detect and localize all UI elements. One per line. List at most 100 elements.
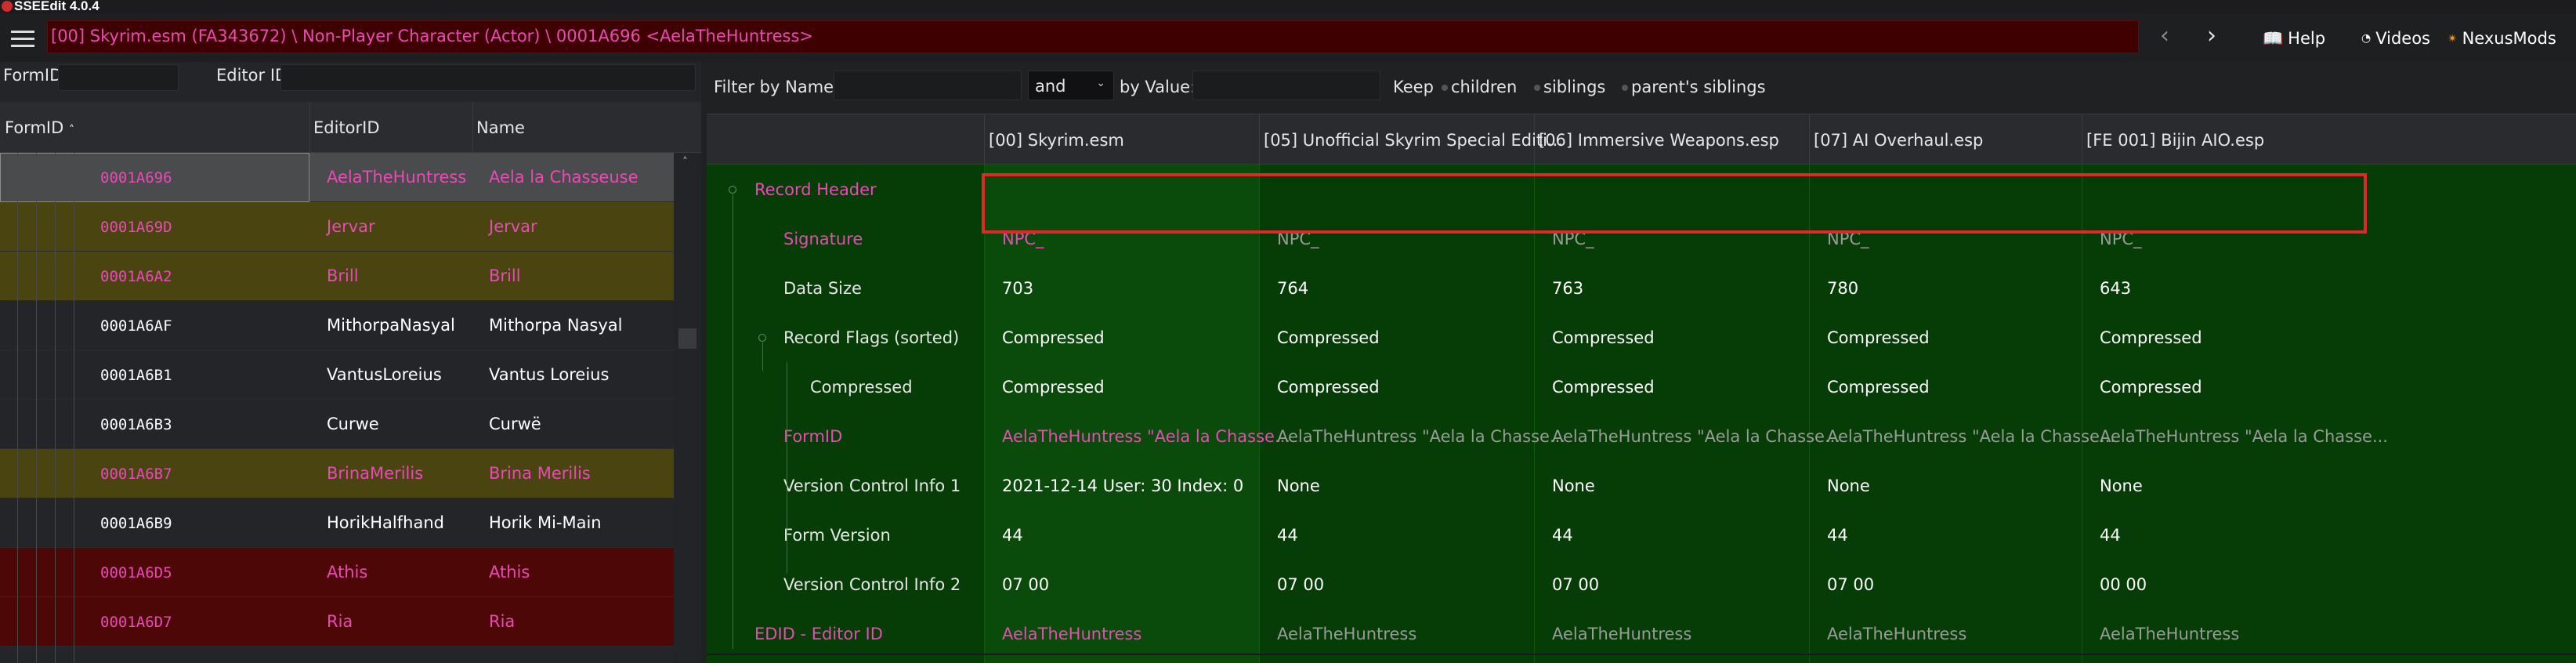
app-title: SSEEdit 4.0.4 xyxy=(14,0,99,13)
record-field-value: None xyxy=(1277,476,1320,495)
record-list-row[interactable]: 0001A6B9 HorikHalfhand Horik Mi-Main xyxy=(0,498,674,548)
record-field-value: None xyxy=(1827,476,1870,495)
record-name-cell: Curwë xyxy=(489,415,541,433)
record-list-row[interactable]: 0001A6A2 Brill Brill xyxy=(0,252,674,301)
record-field-row[interactable]: EDID - Editor ID AelaTheHuntress AelaTheHu… xyxy=(707,609,2576,658)
videos-label: Videos xyxy=(2375,29,2430,48)
filter-by-value-label: by Value: xyxy=(1120,78,1196,96)
formid-filter-input[interactable] xyxy=(58,64,179,91)
record-field-value: Compressed xyxy=(1002,328,1105,347)
record-name-cell: Jervar xyxy=(489,217,537,236)
record-list-scrollbar[interactable]: ˄ xyxy=(674,153,701,663)
record-field-value: AelaTheHuntress xyxy=(1002,625,1142,643)
record-field-row[interactable]: FormID AelaTheHuntress "Aela la Chasse...… xyxy=(707,411,2576,461)
video-icon: ◔ xyxy=(2361,32,2372,45)
record-field-value: 780 xyxy=(1827,279,1859,298)
record-field-row[interactable]: Version Control Info 1 2021-12-14 User: 3… xyxy=(707,461,2576,510)
record-list-header: FormID ˄ EditorID Name xyxy=(0,102,701,153)
record-view-panel: Filter by Name: and ⌄ by Value: Keep chi… xyxy=(707,62,2576,663)
hamburger-menu-icon[interactable] xyxy=(11,31,34,48)
record-field-value: None xyxy=(2100,476,2143,495)
title-bar: SSEEdit 4.0.4 xyxy=(0,0,2576,13)
record-list-row[interactable]: 0001A6D7 Ria Ria xyxy=(0,597,674,647)
collapse-toggle-icon[interactable] xyxy=(729,186,736,194)
column-header-editorid[interactable]: EditorID xyxy=(313,118,380,137)
record-name-cell: Horik Mi-Main xyxy=(489,513,602,532)
record-list-row[interactable]: 0001A6B7 BrinaMerilis Brina Merilis xyxy=(0,449,674,498)
record-field-value: None xyxy=(1552,476,1595,495)
plugin-column-header[interactable]: [FE 001] Bijin AIO.esp xyxy=(2086,131,2264,150)
filter-name-input[interactable] xyxy=(834,71,1022,100)
record-path-text: [00] Skyrim.esm (FA343672) \ Non-Player … xyxy=(51,27,813,45)
record-field-label: Signature xyxy=(783,230,863,248)
plugin-column-header[interactable]: [05] Unofficial Skyrim Special Editi... xyxy=(1264,131,1563,150)
plugin-column-header[interactable]: [06] Immersive Weapons.esp xyxy=(1539,131,1779,150)
record-field-value: 44 xyxy=(1552,526,1573,545)
record-field-row[interactable]: Version Control Info 2 07 00 07 00 07 00 07 … xyxy=(707,560,2576,609)
keep-label: Keep xyxy=(1393,78,1434,96)
record-field-label: Compressed xyxy=(810,378,913,397)
record-list-row[interactable]: 0001A696 AelaTheHuntress Aela la Chasseuse xyxy=(0,153,674,202)
record-field-value: AelaTheHuntress xyxy=(1277,625,1417,643)
plugin-column-header[interactable]: [00] Skyrim.esm xyxy=(989,131,1124,150)
record-field-row[interactable]: Data Size 703 764 763 780 643 xyxy=(707,263,2576,313)
record-list-row[interactable]: 0001A6D5 Athis Athis xyxy=(0,548,674,597)
column-header-formid[interactable]: FormID ˄ xyxy=(5,118,74,137)
keep-siblings-checkbox[interactable]: siblings xyxy=(1534,78,1605,96)
record-editorid-cell: MithorpaNasyal xyxy=(327,316,455,335)
filter-operator-select[interactable]: and ⌄ xyxy=(1028,71,1114,100)
record-field-row[interactable]: Compressed Compressed Compressed Compressed… xyxy=(707,362,2576,411)
back-arrow-icon[interactable]: ‹ xyxy=(2153,24,2176,51)
forward-arrow-icon[interactable]: › xyxy=(2200,24,2223,51)
record-field-row[interactable]: Form Version 44 44 44 44 44 xyxy=(707,510,2576,560)
record-field-value: Compressed xyxy=(1827,328,1930,347)
record-list-row[interactable]: 0001A69D Jervar Jervar xyxy=(0,202,674,252)
collapse-toggle-icon[interactable] xyxy=(758,334,766,342)
record-field-value: Compressed xyxy=(1277,328,1380,347)
record-list-panel: FormID Editor ID FormID ˄ EditorID Name … xyxy=(0,62,701,663)
nexusmods-button[interactable]: ✴ NexusMods xyxy=(2448,27,2556,50)
record-editorid-cell: Athis xyxy=(327,563,368,581)
editorid-filter-input[interactable] xyxy=(280,64,696,91)
keep-children-checkbox[interactable]: children xyxy=(1442,78,1517,96)
plugin-header-highlight-box xyxy=(982,173,2367,234)
record-list-row[interactable]: 0001A6B1 VantusLoreius Vantus Loreius xyxy=(0,350,674,400)
record-name-cell: Mithorpa Nasyal xyxy=(489,316,623,335)
record-field-label: Record Header xyxy=(754,180,877,199)
record-field-value: AelaTheHuntress "Aela la Chasse... xyxy=(2100,427,2388,446)
plugin-column-header[interactable]: [07] AI Overhaul.esp xyxy=(1814,131,1983,150)
keep-parents-siblings-checkbox[interactable]: parent's siblings xyxy=(1622,78,1766,96)
record-field-value: AelaTheHuntress "Aela la Chasse... xyxy=(1002,427,1290,446)
scrollbar-thumb[interactable] xyxy=(678,328,696,349)
record-list-row[interactable]: 0001A6B3 Curwe Curwë xyxy=(0,400,674,449)
record-formid-cell: 0001A6AF xyxy=(100,317,172,335)
record-editorid-cell: AelaTheHuntress xyxy=(327,168,467,187)
record-name-cell: Vantus Loreius xyxy=(489,365,610,384)
record-field-row[interactable]: Record Flags (sorted) Compressed Compresse… xyxy=(707,313,2576,362)
help-button[interactable]: 📖 Help xyxy=(2263,27,2325,50)
record-formid-cell: 0001A6D7 xyxy=(100,614,172,631)
record-field-value: Compressed xyxy=(1277,378,1380,397)
record-field-value: 00 00 xyxy=(2100,575,2147,594)
videos-button[interactable]: ◔ Videos xyxy=(2361,27,2430,50)
help-label: Help xyxy=(2288,29,2326,48)
nexus-icon: ✴ xyxy=(2448,31,2458,45)
record-field-label: FormID xyxy=(783,427,843,446)
record-name-cell: Aela la Chasseuse xyxy=(489,168,639,187)
column-header-name[interactable]: Name xyxy=(476,118,525,137)
sort-asc-icon: ˄ xyxy=(68,124,74,136)
filter-value-input[interactable] xyxy=(1192,71,1380,100)
record-field-value: 44 xyxy=(1277,526,1298,545)
record-field-value: Compressed xyxy=(1552,328,1655,347)
record-field-label: Version Control Info 2 xyxy=(783,575,961,594)
record-field-value: 44 xyxy=(2100,526,2121,545)
record-field-value: 763 xyxy=(1552,279,1584,298)
formid-filter-label: FormID xyxy=(3,66,63,85)
record-editorid-cell: Jervar xyxy=(327,217,375,236)
record-field-value: Compressed xyxy=(1552,378,1655,397)
record-field-value: 643 xyxy=(2100,279,2132,298)
record-list-row[interactable]: 0001A6AF MithorpaNasyal Mithorpa Nasyal xyxy=(0,301,674,350)
record-path-bar[interactable]: [00] Skyrim.esm (FA343672) \ Non-Player … xyxy=(47,20,2139,53)
scroll-up-icon[interactable]: ˄ xyxy=(682,156,688,168)
record-field-label: Data Size xyxy=(783,279,862,298)
